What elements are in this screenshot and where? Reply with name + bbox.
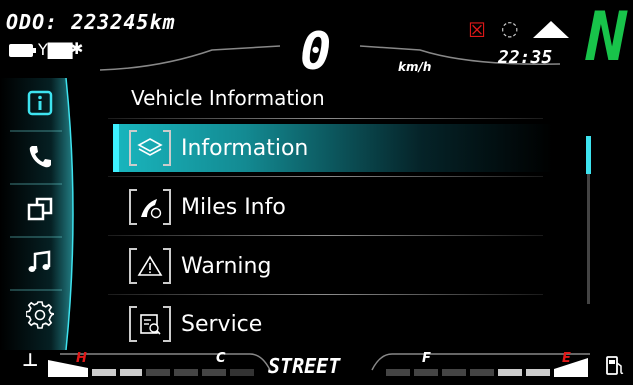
sidebar-item-media-switch[interactable] xyxy=(10,184,70,234)
title-divider xyxy=(108,118,543,119)
clock: 22:35 xyxy=(498,47,553,68)
motorcycle-icon: ◌ xyxy=(501,16,519,40)
chevron-up-icon xyxy=(533,21,569,38)
phone-icon xyxy=(29,146,51,168)
music-icon xyxy=(28,250,51,272)
fuel-full-label: F xyxy=(422,351,431,366)
fuel-pump-icon xyxy=(606,356,624,375)
menu-item-information[interactable]: Information xyxy=(113,124,553,172)
sidebar-item-music[interactable] xyxy=(10,237,70,287)
road-icon xyxy=(129,189,171,225)
info-icon xyxy=(27,90,53,116)
gear-indicator: N xyxy=(586,0,627,77)
coolant-temp-icon: ⊥ xyxy=(22,350,39,371)
menu-item-warning[interactable]: Warning xyxy=(113,242,553,290)
fuel-empty-label: E xyxy=(562,351,571,366)
temp-hot-label: H xyxy=(76,351,87,366)
warning-icon xyxy=(129,248,171,284)
speed-unit: km/h xyxy=(398,60,432,74)
fuel-bar-full xyxy=(554,358,588,377)
speed-readout: 0 xyxy=(300,22,332,82)
sidebar-item-phone[interactable] xyxy=(10,131,70,181)
service-icon xyxy=(129,306,171,342)
stand-warning-icon: ☒ xyxy=(468,18,486,42)
sidebar-item-settings[interactable] xyxy=(10,290,70,340)
menu-divider xyxy=(108,235,543,236)
menu-divider xyxy=(108,176,543,177)
sidebar xyxy=(0,78,76,350)
menu-item-label: Service xyxy=(181,311,263,337)
scrollbar-thumb[interactable] xyxy=(586,136,591,174)
riding-mode: STREET xyxy=(268,354,341,378)
menu-item-label: Miles Info xyxy=(181,194,286,220)
gear-icon xyxy=(26,301,54,329)
media-switch-icon xyxy=(27,197,53,221)
menu-item-label: Information xyxy=(181,135,309,161)
menu-item-label: Warning xyxy=(181,253,272,279)
page-title: Vehicle Information xyxy=(131,86,325,110)
menu-divider xyxy=(108,294,543,295)
temp-cold-label: C xyxy=(216,351,226,366)
layers-icon xyxy=(129,130,171,166)
menu-item-miles-info[interactable]: Miles Info xyxy=(113,183,553,231)
dashboard-screen: ODO: 223245km Y▇▇ ✱ 0 km/h ☒ ◌ 22:35 N V… xyxy=(0,0,633,385)
sidebar-item-info[interactable] xyxy=(10,78,70,128)
